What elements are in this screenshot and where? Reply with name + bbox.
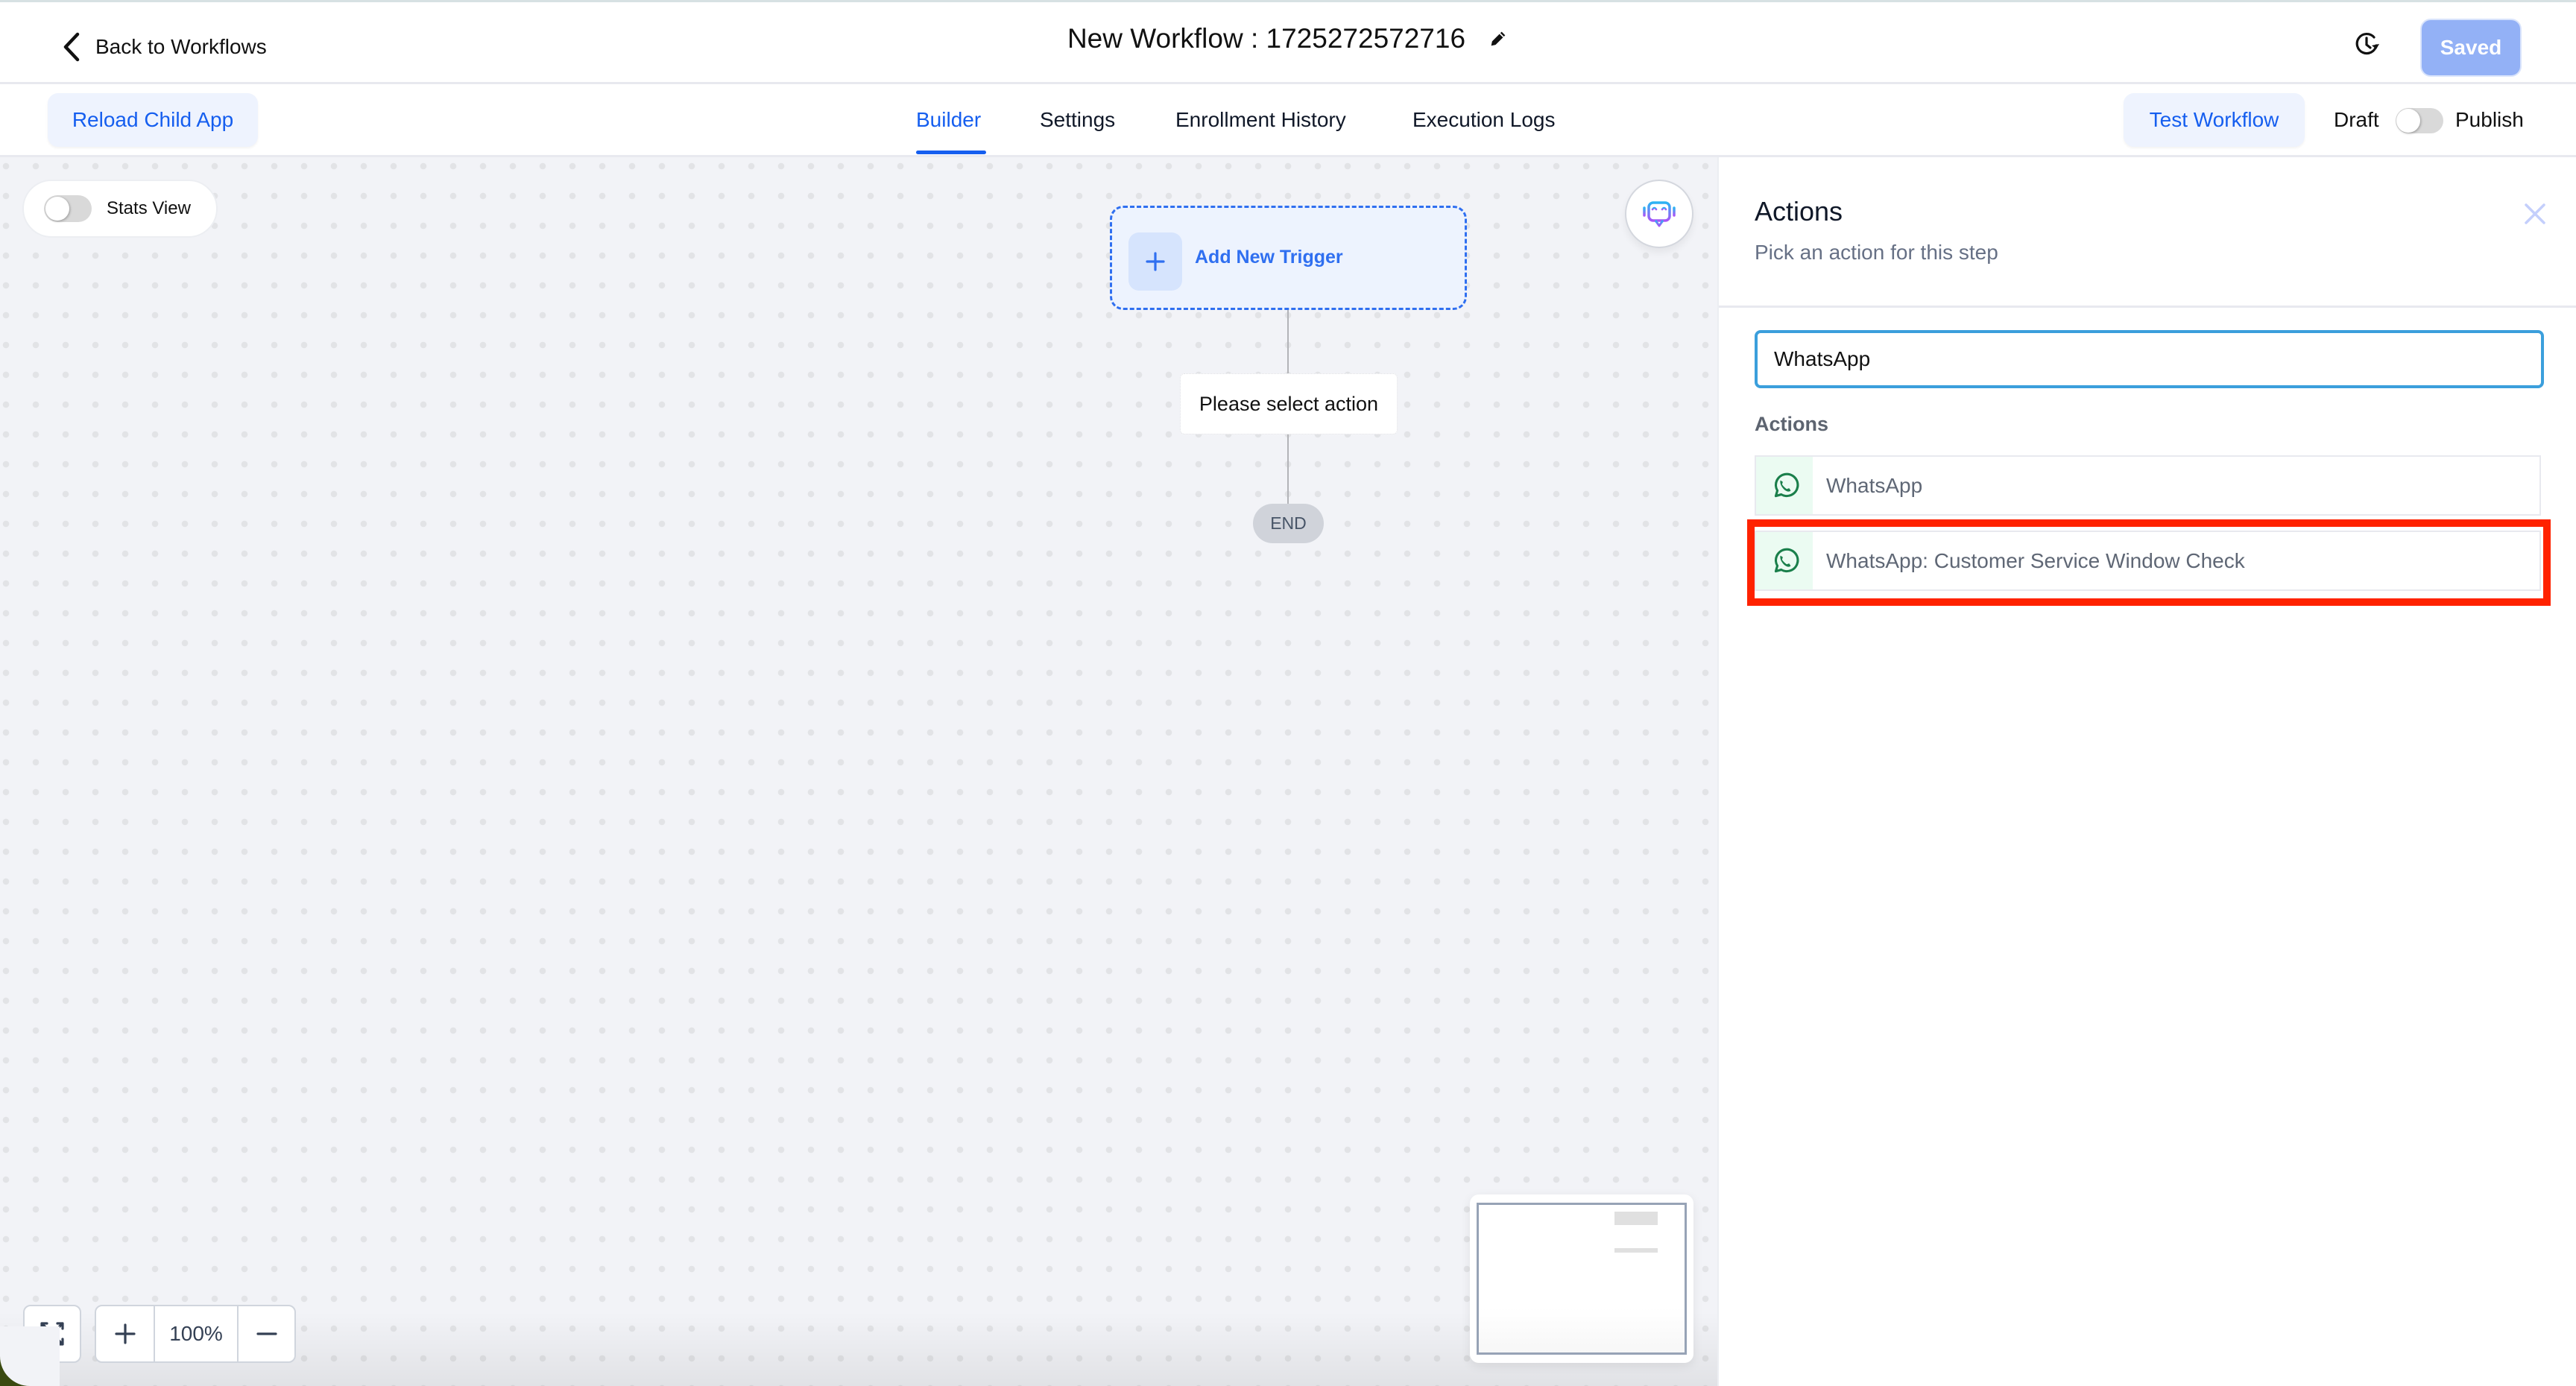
draft-label: Draft [2334, 108, 2379, 131]
publish-toggle[interactable] [2396, 108, 2443, 133]
action-search-input[interactable] [1755, 330, 2544, 388]
minimap-node [1614, 1212, 1658, 1225]
tab-settings[interactable]: Settings [1040, 102, 1115, 138]
tab-builder[interactable]: Builder [916, 102, 981, 138]
action-item-whatsapp[interactable]: WhatsApp [1755, 455, 2541, 516]
top-header: Back to Workflows New Workflow : 1725272… [0, 2, 2576, 84]
workflow-title-area: New Workflow : 1725272572716 [0, 23, 2576, 54]
panel-title: Actions [1755, 196, 1843, 227]
pencil-icon[interactable] [1488, 28, 1509, 49]
actions-panel: Actions Pick an action for this step Act… [1717, 157, 2576, 1386]
add-trigger-node[interactable]: Add New Trigger [1110, 206, 1467, 310]
active-tab-indicator [916, 151, 986, 154]
minus-icon [256, 1332, 277, 1335]
close-icon[interactable] [2523, 202, 2547, 226]
minimap-viewport[interactable] [1477, 1203, 1687, 1355]
toggle-knob [45, 197, 69, 221]
stats-view-label: Stats View [107, 198, 191, 218]
stats-view-toggle[interactable] [44, 195, 92, 222]
whatsapp-icon [1756, 532, 1813, 589]
whatsapp-icon [1756, 457, 1813, 514]
toggle-knob [2396, 109, 2420, 133]
minimap[interactable] [1470, 1194, 1693, 1363]
action-item-label: WhatsApp: Customer Service Window Check [1826, 548, 2245, 572]
zoom-out-button[interactable] [239, 1306, 294, 1361]
tab-execution-logs[interactable]: Execution Logs [1412, 102, 1555, 138]
workflow-canvas[interactable] [0, 157, 1717, 1386]
ai-assistant-button[interactable] [1625, 180, 1693, 248]
workflow-title: New Workflow : 1725272572716 [1067, 23, 1466, 54]
action-item-whatsapp-customer-service-window-check[interactable]: WhatsApp: Customer Service Window Check [1755, 531, 2541, 591]
robot-icon [1643, 197, 1676, 227]
test-workflow-button[interactable]: Test Workflow [2124, 93, 2305, 147]
stats-view-control: Stats View [22, 180, 218, 238]
plus-icon [114, 1323, 136, 1344]
zoom-in-button[interactable] [96, 1306, 155, 1361]
panel-subtitle: Pick an action for this step [1755, 241, 1998, 264]
saved-button[interactable]: Saved [2420, 19, 2522, 77]
actions-section-label: Actions [1755, 413, 1829, 435]
connector-line [1287, 310, 1289, 373]
tab-enrollment-history[interactable]: Enrollment History [1175, 102, 1346, 138]
add-trigger-label: Add New Trigger [1195, 247, 1343, 268]
workflow-toolbar: Reload Child App Builder Settings Enroll… [0, 84, 2576, 157]
zoom-level: 100% [155, 1306, 239, 1361]
minimap-node [1614, 1248, 1658, 1253]
action-item-label: WhatsApp [1826, 473, 1923, 497]
action-placeholder-node[interactable]: Please select action [1180, 373, 1398, 434]
publish-label: Publish [2455, 108, 2524, 131]
panel-divider [1719, 306, 2576, 308]
history-icon[interactable] [2354, 31, 2381, 57]
plus-icon [1128, 232, 1182, 291]
end-node: END [1253, 504, 1324, 543]
zoom-controls: 100% [95, 1305, 296, 1363]
connector-line [1287, 434, 1289, 504]
reload-child-app-button[interactable]: Reload Child App [48, 93, 258, 147]
canvas-corner [0, 1326, 60, 1386]
